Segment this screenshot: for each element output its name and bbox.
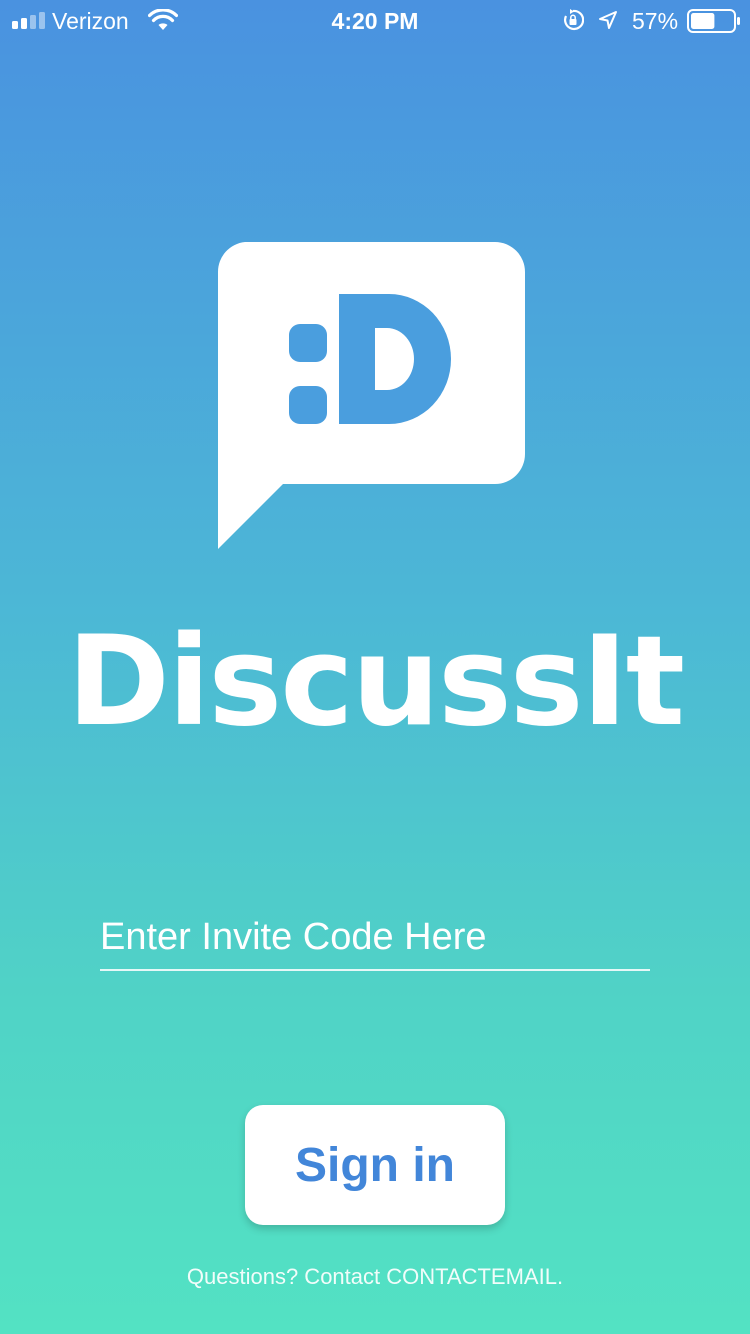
battery-percent: 57%: [632, 8, 679, 34]
speech-bubble-emoticon-icon: [217, 242, 525, 549]
invite-code-input[interactable]: [100, 905, 650, 971]
battery-icon: [687, 9, 740, 33]
location-arrow-icon: [599, 11, 617, 29]
sign-in-button[interactable]: Sign in: [245, 1105, 505, 1225]
app-title: DiscussIt: [66, 610, 685, 754]
rotation-lock-icon: [564, 9, 584, 30]
status-bar: Verizon 4:20 PM 57%: [0, 0, 750, 40]
contact-footer: Questions? Contact CONTACTEMAIL.: [186, 1264, 564, 1289]
